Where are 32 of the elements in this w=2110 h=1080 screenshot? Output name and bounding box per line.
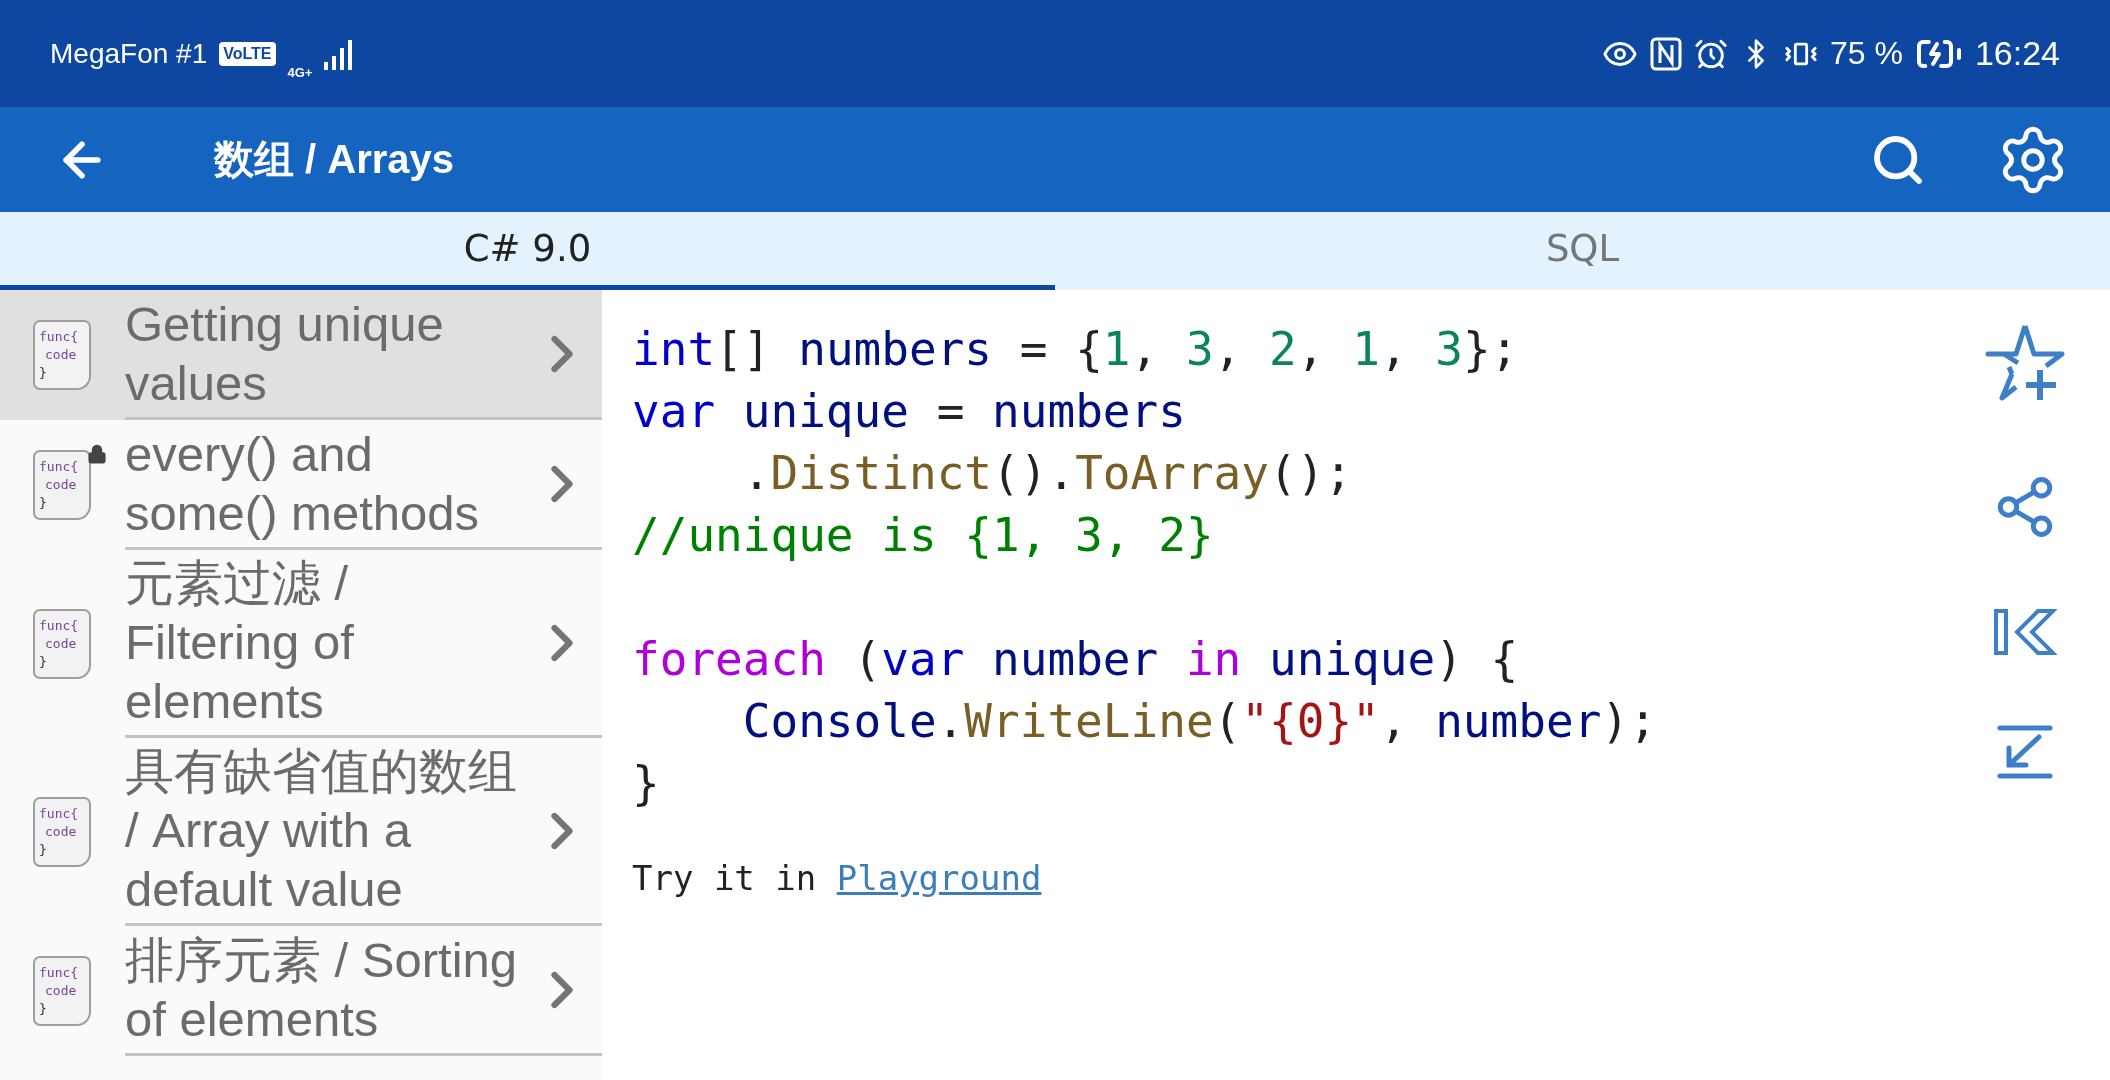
signal-icon [324,37,355,70]
topic-item[interactable]: func{ code } 具有缺省值的数组 / Array with a default value [0,738,602,926]
topic-item[interactable]: func{ code } 排序元素 / Sorting of elements [0,926,602,1056]
code-file-icon: func{ code } [33,320,91,390]
battery-percent: 75 % [1829,35,1903,72]
code-file-icon: func{ code } [33,609,91,679]
code-line: int[] numbers = {1, 3, 2, 1, 3}; [632,321,1520,378]
network-type: 4G+ [287,65,313,80]
try-it-text: Try it in Playground [632,858,1043,898]
collapse-down-button[interactable] [1997,724,2053,780]
code-line: Console.WriteLine("{0}", number); [741,693,1658,750]
screen-title: 数组 / Arrays [214,136,456,183]
code-line: var unique = numbers [632,383,1187,440]
code-file-icon: func{ code } [33,797,91,867]
topic-title: 元素过滤 / Filtering of elements [125,555,355,730]
carrier-name: MegaFon #1 [50,37,208,70]
topic-item[interactable]: func{ code } every() and some() methods [0,420,602,550]
topic-title: 排序元素 / Sorting of elements [125,931,519,1048]
code-line: //unique is {1, 3, 2} [632,507,1215,564]
code-line: } [632,755,661,812]
first-item-button[interactable] [1993,608,2057,656]
language-tab[interactable]: SQL [1055,212,2110,290]
code-line: .Distinct().ToArray(); [741,445,1354,502]
clock-time: 16:24 [1974,34,2060,73]
topic-item[interactable]: func{ code } 元素过滤 / Filtering of elements [0,550,602,738]
topic-title: every() and some() methods [125,425,480,542]
playground-link[interactable]: Playground [836,858,1042,898]
code-file-icon: func{ code } [33,956,91,1026]
topic-title: 具有缺省值的数组 / Array with a default value [125,743,518,918]
code-line: foreach (var number in unique) { [632,631,1520,688]
volte-badge: VoLTE [219,41,276,66]
nfc-icon [1649,36,1682,71]
